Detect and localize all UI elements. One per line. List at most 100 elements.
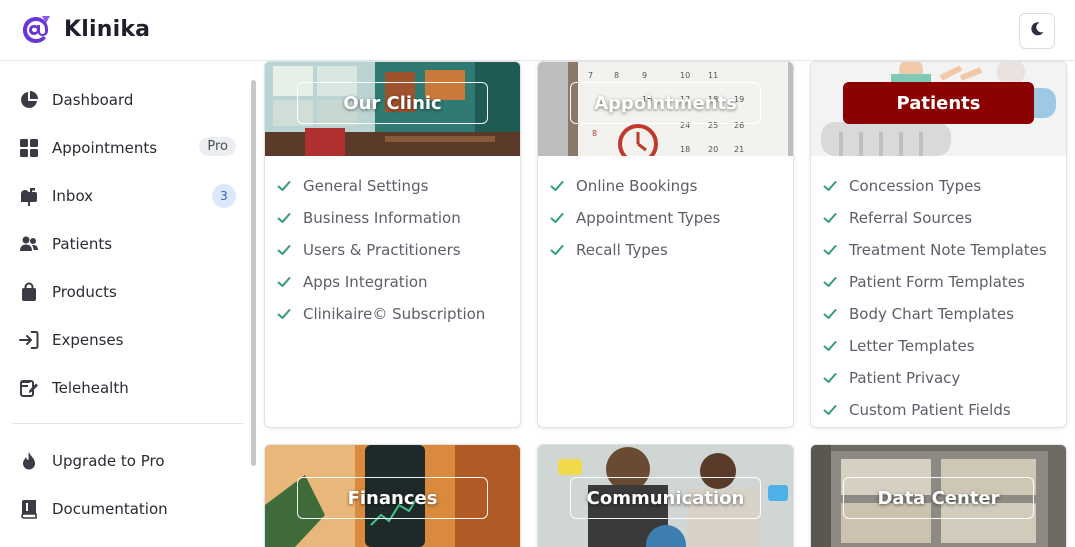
list-item[interactable]: Appointment Types [550,202,720,234]
list-item[interactable]: Users & Practitioners [277,234,485,266]
svg-text:8: 8 [592,129,597,138]
flame-icon [18,450,40,472]
sign-in-icon [18,329,40,351]
mailbox-icon [18,185,40,207]
sidebar-item-dashboard[interactable]: Dashboard [18,83,238,117]
moon-icon [1029,21,1045,41]
appointments-links: Online Bookings Appointment Types Recall… [550,170,720,266]
list-item-label: Letter Templates [849,337,975,355]
sidebar-item-label: Products [52,283,117,301]
finances-image: Finances [265,445,520,547]
check-icon [823,277,837,287]
list-item-label: Apps Integration [303,273,428,291]
list-item[interactable]: Body Chart Templates [823,298,1047,330]
check-icon [823,405,837,415]
check-icon [823,181,837,191]
list-item-label: Business Information [303,209,461,227]
check-icon [277,277,291,287]
list-item[interactable]: Online Bookings [550,170,720,202]
sidebar-item-label: Dashboard [52,91,134,109]
list-item-label: Recall Types [576,241,668,259]
sidebar-item-patients[interactable]: Patients [18,227,238,261]
check-icon [823,373,837,383]
sidebar-item-appointments[interactable]: Appointments Pro [18,131,238,165]
card-title-patients[interactable]: Patients [843,82,1034,124]
edit-note-icon [18,377,40,399]
our-clinic-links: General Settings Business Information Us… [277,170,485,330]
sidebar-divider [12,423,243,424]
card-title-our-clinic[interactable]: Our Clinic [297,82,488,124]
theme-toggle-button[interactable] [1019,13,1055,49]
list-item[interactable]: Referral Sources [823,202,1047,234]
check-icon [550,245,564,255]
sidebar-scrollbar[interactable] [251,80,256,466]
pie-chart-icon [18,89,40,111]
list-item[interactable]: Concession Types [823,170,1047,202]
sidebar-item-documentation[interactable]: Documentation [18,492,238,526]
svg-text:11: 11 [708,71,718,80]
check-icon [823,309,837,319]
patients-image: Patients [811,62,1066,156]
list-item[interactable]: Business Information [277,202,485,234]
list-item-label: Online Bookings [576,177,698,195]
check-icon [823,245,837,255]
sidebar-item-expenses[interactable]: Expenses [18,323,238,357]
list-item[interactable]: Treatment Note Templates [823,234,1047,266]
list-item[interactable]: Letter Templates [823,330,1047,362]
card-appointments: 7 8 9 10 11 16 17 18 19 24 25 26 18 20 21 8 Appoint… [537,61,794,428]
list-item-label: Treatment Note Templates [849,241,1047,259]
svg-text:10: 10 [680,71,690,80]
shopping-bag-icon [18,281,40,303]
list-item[interactable]: Patient Privacy [823,362,1047,394]
book-icon [18,498,40,520]
list-item-label: Referral Sources [849,209,973,227]
list-item-label: General Settings [303,177,429,195]
card-title-finances[interactable]: Finances [297,477,488,519]
sidebar-item-label: Expenses [52,331,124,349]
inbox-count-badge: 3 [212,184,236,208]
check-icon [277,213,291,223]
list-item-label: Custom Patient Fields [849,401,1011,419]
users-icon [18,233,40,255]
list-item[interactable]: Custom Patient Fields [823,394,1047,426]
brand-name[interactable]: Klinika [64,17,150,42]
list-item-label: Patient Form Templates [849,273,1025,291]
sidebar-item-label: Patients [52,235,113,253]
svg-text:21: 21 [734,145,744,154]
list-item-label: Clinikaire© Subscription [303,305,486,323]
data-center-image: Data Center [811,445,1066,547]
svg-text:20: 20 [708,145,718,154]
sidebar-item-label: Documentation [52,500,168,518]
svg-text:8: 8 [614,71,619,80]
list-item[interactable]: Recall Types [550,234,720,266]
sidebar-item-products[interactable]: Products [18,275,238,309]
list-item-label: Concession Types [849,177,982,195]
sidebar-item-label: Upgrade to Pro [52,452,165,470]
svg-text:7: 7 [588,71,593,80]
check-icon [277,309,291,319]
check-icon [823,213,837,223]
sidebar-item-label: Inbox [52,187,94,205]
sidebar-item-upgrade[interactable]: Upgrade to Pro [18,444,238,478]
list-item[interactable]: Apps Integration [277,266,485,298]
list-item[interactable]: General Settings [277,170,485,202]
card-title-appointments[interactable]: Appointments [570,82,761,124]
communication-image: Communication [538,445,793,547]
card-finances: Finances [264,444,521,547]
pro-badge: Pro [199,137,236,156]
card-our-clinic: Our Clinic General Settings Business Inf… [264,61,521,428]
list-item-label: Appointment Types [576,209,721,227]
list-item-label: Users & Practitioners [303,241,461,259]
top-header: Klinika [0,0,1075,61]
check-icon [823,341,837,351]
card-title-communication[interactable]: Communication [570,477,761,519]
at-sign-logo-icon[interactable] [20,14,52,46]
card-title-data-center[interactable]: Data Center [843,477,1034,519]
card-data-center: Data Center [810,444,1067,547]
list-item[interactable]: Clinikaire© Subscription [277,298,485,330]
sidebar-item-inbox[interactable]: Inbox 3 [18,179,238,213]
sidebar-item-label: Telehealth [52,379,129,397]
list-item[interactable]: Patient Form Templates [823,266,1047,298]
list-item-label: Patient Privacy [849,369,961,387]
sidebar-item-telehealth[interactable]: Telehealth [18,371,238,405]
